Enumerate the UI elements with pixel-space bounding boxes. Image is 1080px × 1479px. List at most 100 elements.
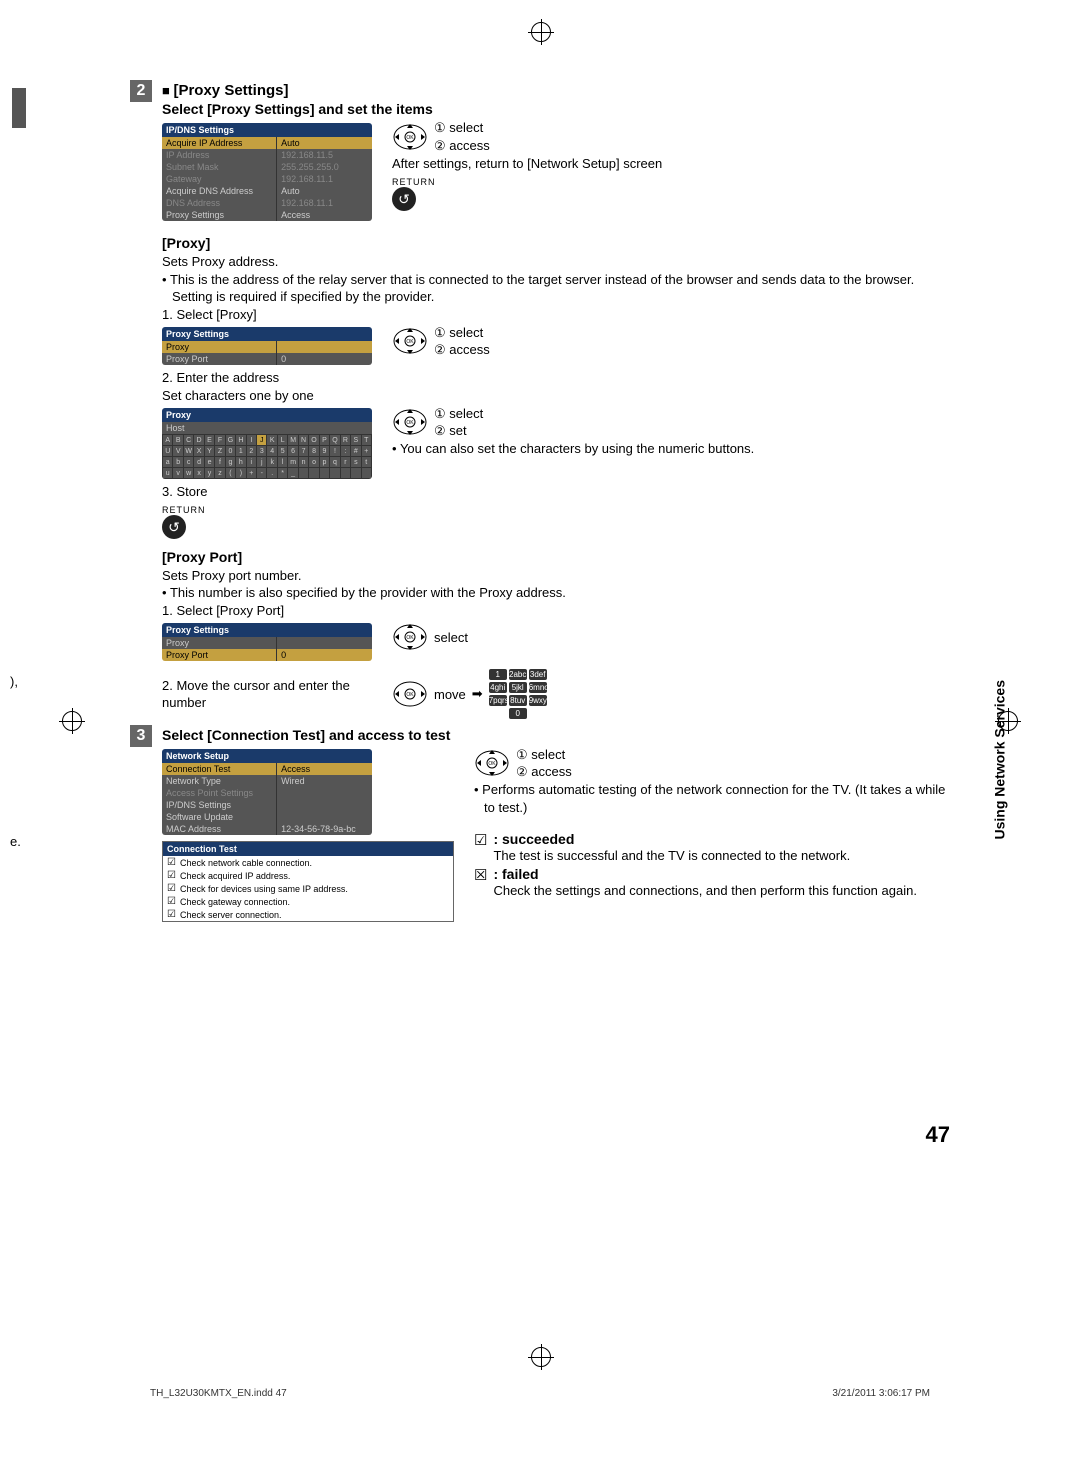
menu-rows: Connection TestAccessNetwork TypeWiredAc… xyxy=(162,763,372,835)
failed-text: Check the settings and connections, and … xyxy=(493,882,916,900)
ct-item: Check acquired IP address. xyxy=(163,869,453,882)
move-label: move xyxy=(434,686,466,704)
dpad-select-label: ① select xyxy=(434,119,490,137)
proxy-step-2: 2. Enter the address xyxy=(162,369,950,387)
failed-heading: : failed xyxy=(493,866,538,882)
num-key: 7pqrs xyxy=(489,695,507,706)
menu-row: Network TypeWired xyxy=(162,775,372,787)
menu-row: DNS Address192.168.11.1 xyxy=(162,197,372,209)
return-icon: ↺ xyxy=(162,515,186,539)
section-subtitle: Select [Proxy Settings] and set the item… xyxy=(162,101,950,117)
footer: TH_L32U30KMTX_EN.indd 47 3/21/2011 3:06:… xyxy=(130,1388,950,1399)
step-2: 2 [Proxy Settings] Select [Proxy Setting… xyxy=(130,80,950,719)
dpad-select-label: ① select xyxy=(434,405,483,423)
port-desc-2: This number is also specified by the pro… xyxy=(162,584,950,602)
host-label: Host xyxy=(162,422,372,434)
numeric-buttons-note: You can also set the characters by using… xyxy=(392,440,754,458)
check-icon: ☑ xyxy=(474,831,487,849)
num-key: 9wxyz xyxy=(529,695,547,706)
return-icon: ↺ xyxy=(392,187,416,211)
ct-item: Check gateway connection. xyxy=(163,895,453,908)
menu-title: IP/DNS Settings xyxy=(162,123,372,137)
port-step-2: 2. Move the cursor and enter the number xyxy=(162,677,372,712)
dpad-icon: OK xyxy=(392,119,428,155)
dpad-access-label: ② access xyxy=(516,763,572,781)
svg-text:OK: OK xyxy=(406,692,414,698)
dpad-select-label: ① select xyxy=(434,324,490,342)
proxy-port-heading: [Proxy Port] xyxy=(162,549,950,565)
arrow-right-icon: ➡ xyxy=(472,686,483,702)
menu-title: Proxy xyxy=(162,408,372,422)
registration-mark xyxy=(62,711,82,731)
menu-title: Proxy Settings xyxy=(162,623,372,637)
svg-text:OK: OK xyxy=(406,135,414,141)
return-label: RETURN xyxy=(392,177,662,187)
svg-text:OK: OK xyxy=(406,420,414,426)
proxy-desc-2: This is the address of the relay server … xyxy=(162,271,950,306)
char-entry-menu: Proxy Host ABCDEFGHIJKLMNOPQRST UVWXYZ01… xyxy=(162,408,372,479)
menu-row: Acquire DNS AddressAuto xyxy=(162,185,372,197)
char-grid: ABCDEFGHIJKLMNOPQRST UVWXYZ0123456789!:#… xyxy=(162,434,372,479)
num-key: 0 xyxy=(509,708,527,719)
step-3-title: Select [Connection Test] and access to t… xyxy=(162,727,950,743)
step-3: 3 Select [Connection Test] and access to… xyxy=(130,725,950,922)
num-key: 2abc xyxy=(509,669,527,680)
num-key: 8tuv xyxy=(509,695,527,706)
menu-row: Acquire IP AddressAuto xyxy=(162,137,372,149)
manual-page: ), e. Using Network Services 2 [Proxy Se… xyxy=(70,0,1010,1439)
footer-file: TH_L32U30KMTX_EN.indd 47 xyxy=(150,1388,287,1399)
num-key: 6mno xyxy=(529,682,547,693)
menu-row: Proxy xyxy=(162,341,372,353)
after-settings-note: After settings, return to [Network Setup… xyxy=(392,155,662,173)
menu-row: MAC Address12-34-56-78-9a-bc xyxy=(162,823,372,835)
menu-title: Proxy Settings xyxy=(162,327,372,341)
menu-row: IP Address192.168.11.5 xyxy=(162,149,372,161)
dpad-access-label: ② access xyxy=(434,137,490,155)
menu-row: Proxy Port0 xyxy=(162,353,372,365)
dpad-icon: OK xyxy=(392,619,428,655)
dpad-icon: OK xyxy=(392,404,428,440)
dpad-icon: OK xyxy=(474,745,510,781)
step-number: 2 xyxy=(130,80,152,102)
menu-row: Gateway192.168.11.1 xyxy=(162,173,372,185)
proxy-step-2b: Set characters one by one xyxy=(162,387,950,405)
dpad-access-label: ② access xyxy=(434,341,490,359)
bleed-text: ), xyxy=(10,674,18,689)
menu-row: Proxy SettingsAccess xyxy=(162,209,372,221)
menu-rows: Acquire IP AddressAutoIP Address192.168.… xyxy=(162,137,372,221)
bleed-text: e. xyxy=(10,834,21,849)
svg-text:OK: OK xyxy=(406,635,414,641)
menu-rows: ProxyProxy Port0 xyxy=(162,637,372,661)
menu-row: Access Point Settings xyxy=(162,787,372,799)
ct-item: Check server connection. xyxy=(163,908,453,921)
step-number: 3 xyxy=(130,725,152,747)
svg-text:OK: OK xyxy=(488,761,496,767)
ct-item: Check for devices using same IP address. xyxy=(163,882,453,895)
num-key: 5jkl xyxy=(509,682,527,693)
num-key xyxy=(489,708,507,719)
edge-tab xyxy=(12,88,26,128)
menu-row: Connection TestAccess xyxy=(162,763,372,775)
registration-mark xyxy=(531,1347,551,1367)
registration-mark xyxy=(531,22,551,42)
proxy-settings-menu-2: Proxy Settings ProxyProxy Port0 xyxy=(162,623,372,661)
menu-row: Proxy Port0 xyxy=(162,649,372,661)
succeeded-heading: : succeeded xyxy=(493,831,574,847)
page-number: 47 xyxy=(130,1122,950,1148)
proxy-desc-1: Sets Proxy address. xyxy=(162,253,950,271)
port-step-1: 1. Select [Proxy Port] xyxy=(162,602,950,620)
num-key xyxy=(529,708,547,719)
dpad-set-label: ② set xyxy=(434,422,483,440)
footer-date: 3/21/2011 3:06:17 PM xyxy=(832,1388,930,1399)
menu-row: Proxy xyxy=(162,637,372,649)
menu-row: Subnet Mask255.255.255.0 xyxy=(162,161,372,173)
succeeded-text: The test is successful and the TV is con… xyxy=(493,847,850,865)
menu-row: IP/DNS Settings xyxy=(162,799,372,811)
sidebar-category: Using Network Services xyxy=(992,680,1008,840)
x-icon: ☒ xyxy=(474,866,487,884)
ct-item: Check network cable connection. xyxy=(163,856,453,869)
return-label: RETURN xyxy=(162,505,950,515)
ip-dns-settings-menu: IP/DNS Settings Acquire IP AddressAutoIP… xyxy=(162,123,372,221)
dpad-select-label: select xyxy=(434,629,468,647)
num-key: 4ghi xyxy=(489,682,507,693)
